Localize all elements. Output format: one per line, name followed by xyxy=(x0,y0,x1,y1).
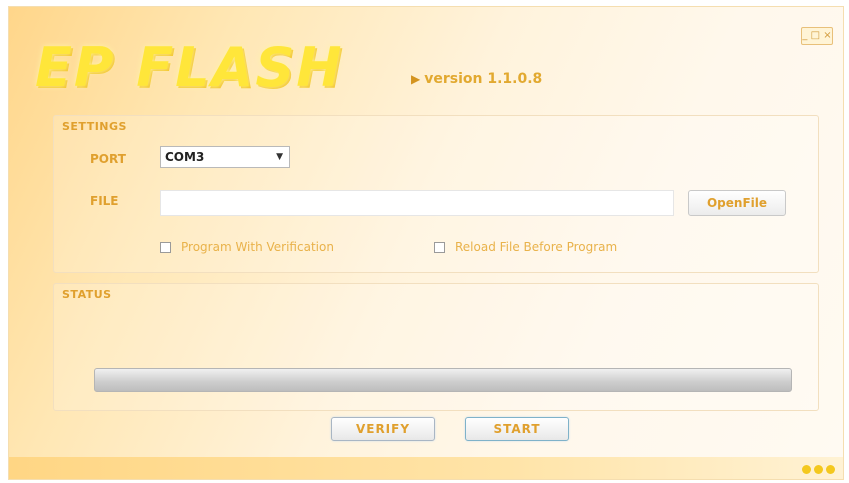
app-logo: EP FLASH xyxy=(35,36,344,99)
progress-bar xyxy=(94,368,792,392)
open-file-button[interactable]: OpenFile xyxy=(688,190,786,216)
port-label: PORT xyxy=(90,152,126,166)
port-select[interactable]: COM3 ▼ xyxy=(160,146,290,168)
status-label: STATUS xyxy=(62,288,112,301)
dot xyxy=(802,465,811,474)
window-controls[interactable]: _ □ × xyxy=(801,27,833,45)
file-label: FILE xyxy=(90,194,119,208)
app-window: EP FLASH ▶ version 1.1.0.8 _ □ × SETTINGS… xyxy=(8,6,844,480)
settings-label: SETTINGS xyxy=(62,120,127,133)
version-label: ▶ version 1.1.0.8 xyxy=(411,69,542,89)
verify-checkbox-row[interactable]: Program With Verification xyxy=(160,240,334,254)
verify-checkbox[interactable] xyxy=(160,241,171,253)
port-value: COM3 xyxy=(165,150,205,164)
reload-checkbox-row[interactable]: Reload File Before Program xyxy=(434,240,617,254)
version-text: version 1.1.0.8 xyxy=(424,71,543,87)
start-button[interactable]: START xyxy=(465,417,569,441)
bottom-bar xyxy=(9,457,843,479)
verify-button[interactable]: VERIFY xyxy=(331,417,435,441)
status-group: STATUS xyxy=(53,283,819,411)
dot xyxy=(826,465,835,474)
arrow-right-icon: ▶ xyxy=(411,72,421,86)
dot xyxy=(814,465,823,474)
settings-group: SETTINGS PORT COM3 ▼ FILE OpenFile Progr… xyxy=(53,115,819,273)
three-dots-icon xyxy=(802,465,835,474)
chevron-down-icon: ▼ xyxy=(276,152,283,162)
reload-checkbox[interactable] xyxy=(434,241,445,253)
file-path-input[interactable] xyxy=(160,190,674,216)
verify-checkbox-label: Program With Verification xyxy=(181,240,334,254)
reload-checkbox-label: Reload File Before Program xyxy=(455,240,618,254)
title-area: EP FLASH ▶ version 1.1.0.8 xyxy=(35,33,635,103)
